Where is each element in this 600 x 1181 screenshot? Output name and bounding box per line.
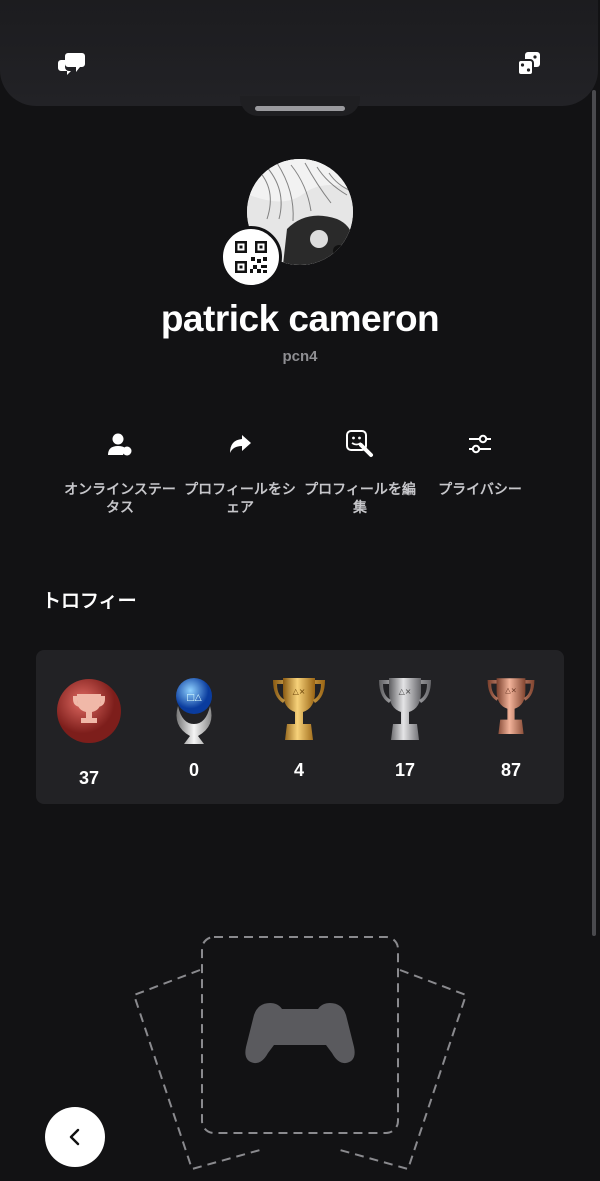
edit-profile-button[interactable]: プロフィールを編集	[300, 428, 420, 516]
trophy-platinum: □△ 0	[149, 672, 239, 781]
online-id: pcn4	[282, 348, 318, 365]
controller-icon	[245, 1003, 355, 1064]
svg-text:□△: □△	[186, 693, 202, 703]
trophies-title: トロフィー	[42, 591, 137, 612]
svg-text:△×: △×	[293, 687, 306, 696]
edit-profile-label: プロフィールを編集	[304, 481, 416, 515]
trophy-level-icon	[57, 679, 121, 743]
profile-actions: オンラインステー タス プロフィールをシ ェア プロフィールを編集 プライバシー	[60, 428, 540, 528]
scrollbar[interactable]	[592, 90, 596, 936]
bronze-count: 87	[500, 760, 522, 780]
privacy-label: プライバシー	[438, 481, 522, 497]
drag-handle[interactable]	[255, 106, 345, 111]
privacy-sliders-icon	[420, 428, 540, 460]
privacy-button[interactable]: プライバシー	[420, 428, 540, 498]
online-status-button[interactable]: オンラインステー タス	[60, 428, 180, 516]
trophy-summary-card[interactable]: 37 □△ 0 △× 4 △× 17 △× 87	[36, 650, 564, 804]
svg-text:△×: △×	[505, 686, 517, 695]
trophy-bronze: △× 87	[466, 672, 556, 781]
trophy-level-count: 37	[78, 768, 100, 788]
trophy-silver: △× 17	[360, 672, 450, 781]
share-icon	[180, 428, 300, 460]
gold-count: 4	[293, 760, 304, 780]
back-button[interactable]	[45, 1107, 105, 1167]
game-cards-illustration	[132, 936, 468, 1171]
trophy-gold: △× 4	[254, 672, 344, 781]
share-profile-button[interactable]: プロフィールをシ ェア	[180, 428, 300, 516]
gold-trophy-icon: △×	[273, 678, 325, 740]
qr-code-button[interactable]	[220, 226, 282, 288]
share-profile-label: プロフィールをシ ェア	[184, 481, 296, 515]
chat-bubbles-icon[interactable]	[54, 46, 90, 82]
edit-profile-icon	[300, 428, 420, 460]
silver-count: 17	[394, 760, 416, 780]
qr-code-icon	[235, 241, 267, 273]
display-name: patrick cameron	[160, 298, 440, 339]
platinum-trophy-icon: □△	[176, 678, 212, 744]
bronze-trophy-icon: △×	[487, 678, 535, 734]
silver-trophy-icon: △×	[379, 678, 431, 740]
chevron-left-icon	[69, 1128, 80, 1146]
online-status-label: オンラインステー タス	[64, 481, 176, 515]
online-status-icon	[60, 428, 180, 460]
svg-text:△×: △×	[399, 687, 412, 696]
dice-games-icon[interactable]	[511, 46, 547, 82]
trophy-level: 37	[44, 678, 134, 789]
platinum-count: 0	[188, 760, 199, 780]
